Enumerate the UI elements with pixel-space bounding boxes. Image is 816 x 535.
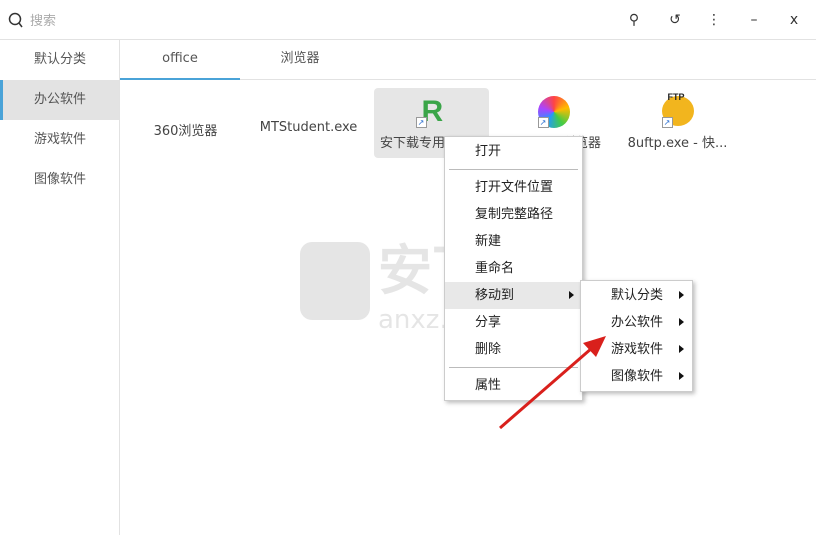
annotation-arrow [499,336,606,430]
